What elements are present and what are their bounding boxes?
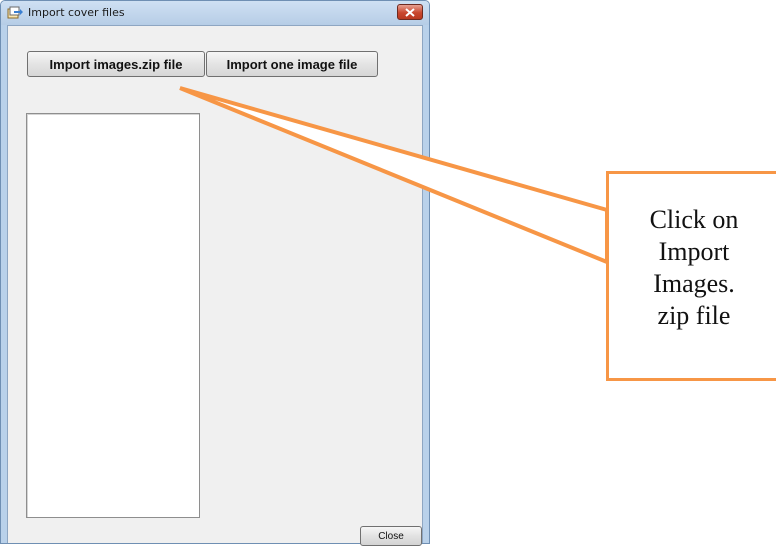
callout-line: Import [658,237,730,266]
callout-line: zip file [657,301,731,330]
callout-line: Click on [649,205,739,234]
callout-text: Click on Import Images. zip file [606,204,776,332]
callout-line: Images. [653,269,735,298]
